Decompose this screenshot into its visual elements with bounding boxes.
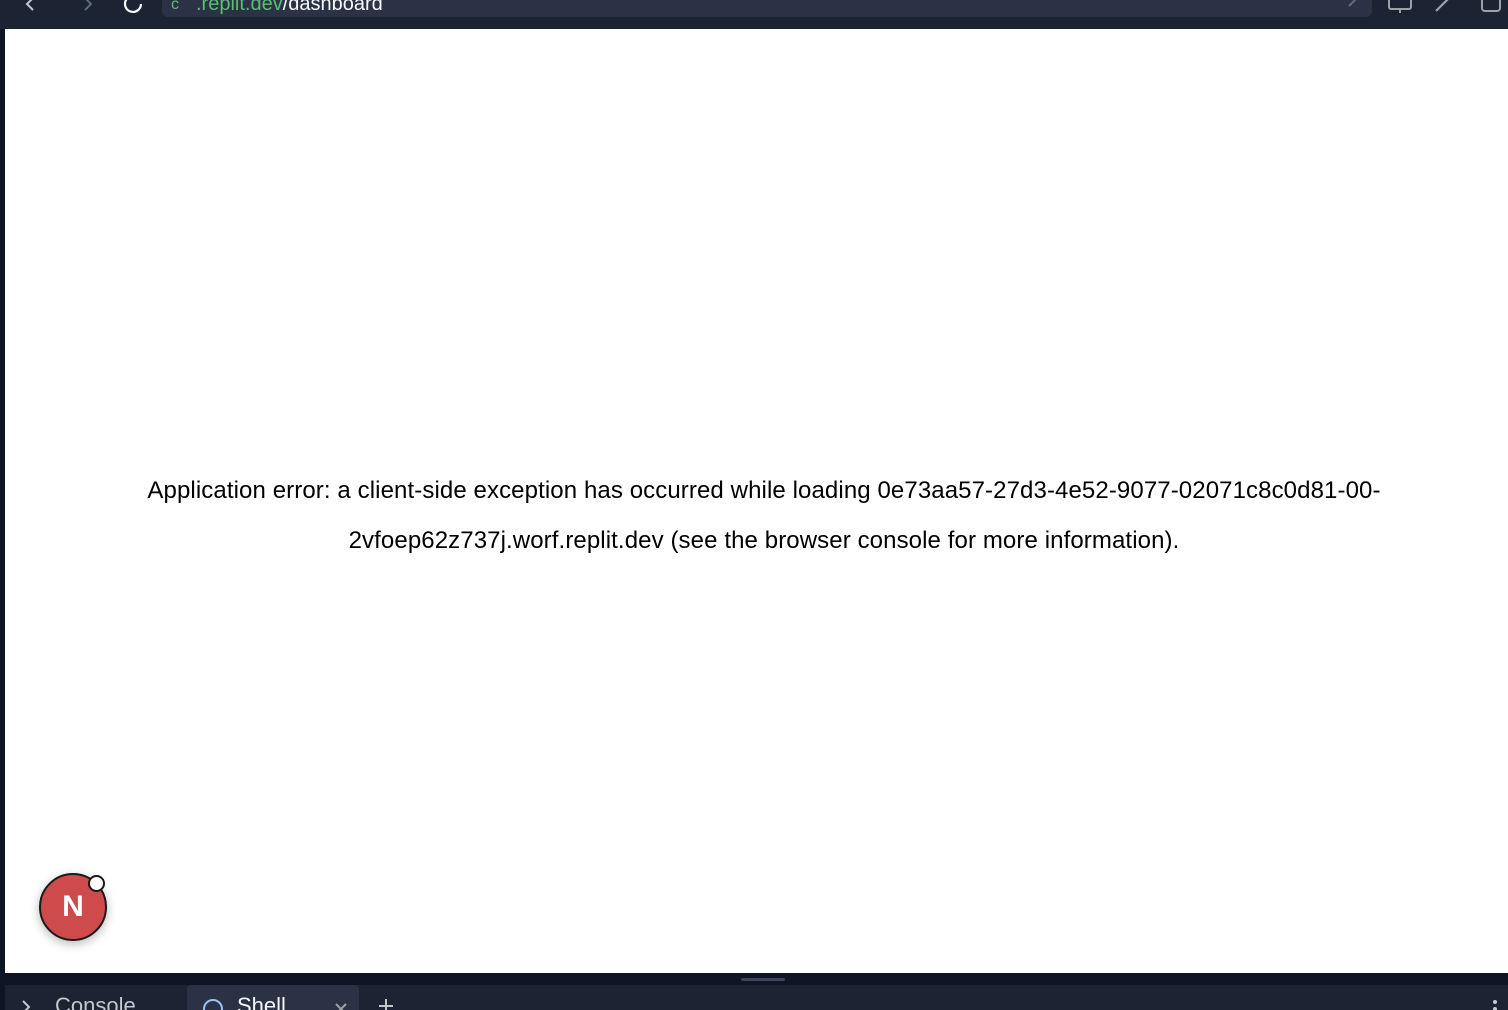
- back-icon: [25, 0, 34, 11]
- edit-button[interactable]: [1430, 0, 1456, 16]
- kebab-menu-icon[interactable]: [1492, 999, 1498, 1010]
- url-host: .replit.dev: [196, 0, 283, 15]
- reload-button[interactable]: [121, 0, 145, 16]
- chevron-right-icon[interactable]: [1346, 0, 1358, 8]
- plus-icon[interactable]: [377, 997, 395, 1010]
- edit-icon: [1435, 0, 1449, 12]
- chevron-right-icon: [22, 1000, 31, 1010]
- tab-console-label: Console: [55, 993, 136, 1010]
- window-icon: [1481, 0, 1501, 12]
- new-window-button[interactable]: [1478, 0, 1504, 16]
- tab-console[interactable]: Console: [5, 985, 185, 1010]
- lock-icon: c: [171, 0, 179, 13]
- devices-icon: [1388, 0, 1412, 13]
- panel-resize-handle[interactable]: [741, 978, 785, 981]
- forward-icon: [84, 0, 93, 11]
- application-error-message: Application error: a client-side excepti…: [147, 477, 1381, 554]
- reload-icon: [123, 0, 143, 13]
- back-button[interactable]: [18, 0, 42, 16]
- browser-toolbar: c .replit.dev/dashboard: [0, 0, 1508, 29]
- issues-indicator-dot: [88, 875, 105, 892]
- tab-shell-label: Shell: [237, 993, 286, 1010]
- url-bar[interactable]: c .replit.dev/dashboard: [162, 0, 1372, 17]
- nextjs-logo-icon: N: [62, 890, 84, 923]
- forward-button[interactable]: [76, 0, 100, 16]
- tab-shell[interactable]: Shell: [187, 985, 359, 1010]
- url-path: /dashboard: [282, 0, 383, 15]
- close-icon[interactable]: [333, 1001, 349, 1010]
- bottom-panel: Console Shell: [5, 985, 1508, 1010]
- url-text: .replit.dev/dashboard: [196, 0, 383, 14]
- devices-button[interactable]: [1387, 0, 1413, 16]
- shell-icon: [203, 999, 223, 1010]
